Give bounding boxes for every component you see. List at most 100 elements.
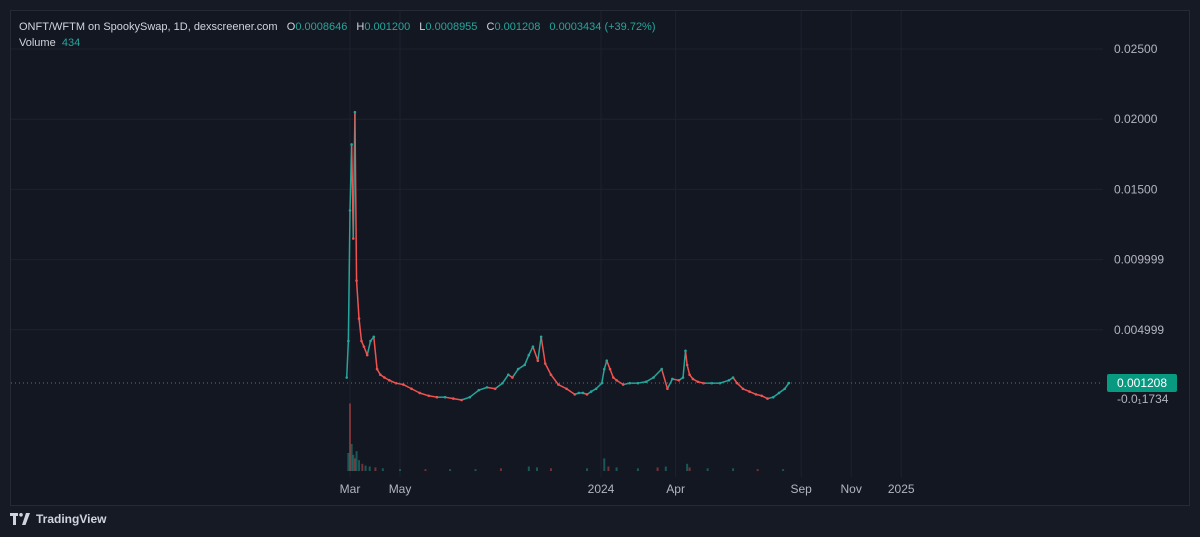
price-point xyxy=(372,335,376,339)
price-point xyxy=(684,349,687,353)
price-segment xyxy=(511,368,519,378)
price-segment xyxy=(609,368,615,378)
price-point xyxy=(351,237,355,240)
y-tick-label: 0.01500 xyxy=(1114,182,1158,196)
price-point xyxy=(696,380,700,384)
x-tick-label: 2024 xyxy=(588,482,615,496)
price-point xyxy=(685,363,689,367)
price-point xyxy=(741,387,745,391)
price-point xyxy=(418,391,422,395)
volume-bar xyxy=(756,469,759,471)
price-point xyxy=(691,377,695,381)
price-point xyxy=(731,376,735,379)
price-point xyxy=(735,381,739,385)
price-point xyxy=(605,359,609,362)
volume-bar xyxy=(607,466,610,471)
volume-label: Volume xyxy=(19,37,56,49)
volume-bar xyxy=(686,463,689,471)
volume-bar xyxy=(449,469,452,471)
price-segment xyxy=(544,363,552,376)
price-point xyxy=(365,353,369,357)
y-tick-label: 0.009999 xyxy=(1114,253,1164,267)
price-segment xyxy=(355,280,360,319)
price-point xyxy=(783,387,787,391)
price-segment xyxy=(660,368,669,389)
price-segment xyxy=(652,368,663,379)
volume-bar xyxy=(474,469,477,471)
x-tick-label: Nov xyxy=(841,482,862,496)
price-point xyxy=(493,387,497,391)
price-point xyxy=(608,367,612,371)
volume-bar xyxy=(549,468,552,471)
price-point xyxy=(345,376,349,379)
price-point xyxy=(636,381,640,385)
price-point xyxy=(347,339,350,343)
price-point xyxy=(557,383,560,386)
price-point xyxy=(621,383,625,386)
price-segment xyxy=(686,364,691,375)
price-point xyxy=(375,367,379,371)
price-point xyxy=(452,397,455,400)
volume-bar xyxy=(381,468,384,471)
low-value: 0.0008955 xyxy=(425,21,478,33)
volume-bar xyxy=(732,468,735,471)
price-point xyxy=(357,317,361,320)
price-segment xyxy=(666,378,674,390)
price-point xyxy=(460,398,463,402)
volume-bar xyxy=(361,463,364,471)
price-segment xyxy=(532,346,539,361)
price-point xyxy=(577,391,581,395)
y-tick-label: 0.02000 xyxy=(1114,112,1158,126)
price-point xyxy=(565,387,568,391)
volume-bar xyxy=(368,466,371,471)
price-point xyxy=(348,209,352,212)
volume-bar xyxy=(358,460,361,471)
price-point xyxy=(573,393,577,396)
chart-panel[interactable]: 0.02500 0.02000 0.01500 0.009999 0.004999 Mar… xyxy=(10,10,1190,506)
price-point xyxy=(585,393,589,396)
price-segment xyxy=(566,388,576,396)
price-segment xyxy=(402,383,412,390)
price-segment xyxy=(363,346,368,356)
symbol-title: ONFT/WFTM on SpookySwap, 1D, dexscreener… xyxy=(19,21,278,33)
price-chart[interactable]: 0.02500 0.02000 0.01500 0.009999 0.004999 Mar… xyxy=(11,11,1189,505)
price-point xyxy=(612,376,615,379)
footer: TradingView xyxy=(10,512,106,526)
price-point xyxy=(531,345,535,348)
price-point xyxy=(536,359,540,362)
price-point xyxy=(485,386,489,389)
price-point xyxy=(477,388,481,392)
x-tick-label: Mar xyxy=(340,482,361,496)
price-point xyxy=(443,395,447,399)
price-point xyxy=(527,353,531,357)
price-segment xyxy=(373,336,378,370)
price-segment xyxy=(603,360,608,370)
tradingview-brand[interactable]: TradingView xyxy=(36,512,106,526)
price-point xyxy=(660,367,663,371)
price-segment xyxy=(606,360,611,370)
tradingview-logo-icon[interactable] xyxy=(10,513,30,525)
price-segment xyxy=(469,389,480,398)
price-point xyxy=(511,376,514,379)
price-point xyxy=(369,339,372,343)
change-value: 0.0003434 (+39.72%) xyxy=(549,21,656,33)
price-point xyxy=(771,395,775,399)
y-tick-label: 0.02500 xyxy=(1114,42,1158,56)
price-segment xyxy=(494,382,504,390)
x-tick-label: May xyxy=(389,482,412,496)
price-point xyxy=(410,387,413,391)
price-point xyxy=(516,367,520,371)
chart-legend: ONFT/WFTM on SpookySwap, 1D, dexscreener… xyxy=(19,19,656,51)
price-segment xyxy=(345,340,350,378)
price-point xyxy=(602,367,606,371)
volume-bar xyxy=(424,469,427,471)
price-point xyxy=(760,394,764,398)
price-segment xyxy=(366,340,372,356)
volume-bar xyxy=(664,466,667,471)
price-point xyxy=(549,373,553,377)
price-point xyxy=(594,387,598,391)
price-point xyxy=(727,379,731,382)
x-tick-label: 2025 xyxy=(888,482,915,496)
x-tick-label: Sep xyxy=(790,482,812,496)
volume-bar xyxy=(603,458,606,471)
